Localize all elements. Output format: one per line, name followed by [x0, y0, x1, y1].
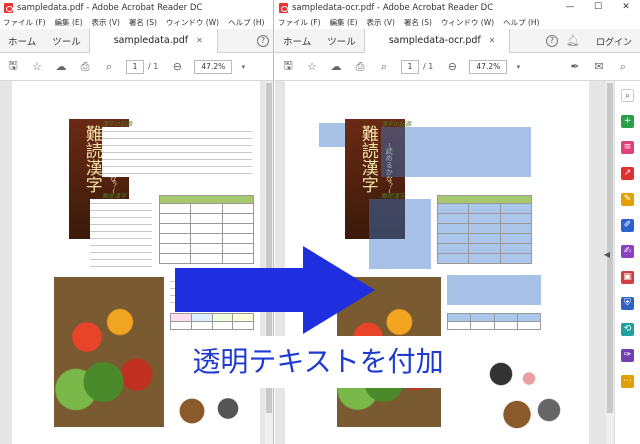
- window-title: sampledata-ocr.pdf - Adobe Acrobat Reade…: [292, 2, 494, 13]
- enhance-scan-icon[interactable]: ⟲: [621, 323, 634, 336]
- menu-file[interactable]: ファイル (F): [3, 17, 46, 28]
- email-icon[interactable]: ✉: [592, 60, 606, 74]
- close-tab-icon[interactable]: ✕: [196, 36, 203, 45]
- help-icon[interactable]: ?: [257, 35, 269, 47]
- print-icon[interactable]: ⎙: [78, 60, 92, 74]
- close-icon[interactable]: ✕: [612, 0, 640, 15]
- zoom-dropdown-icon[interactable]: ▾: [236, 60, 250, 74]
- vertical-scrollbar[interactable]: [606, 81, 614, 444]
- tab-bar: ホーム ツール sampledata.pdf ✕ ?: [0, 28, 273, 53]
- window-title: sampledata.pdf - Adobe Acrobat Reader DC: [17, 2, 203, 13]
- menu-edit[interactable]: 編集 (E): [330, 17, 358, 28]
- sign-pen-icon[interactable]: ✒: [568, 60, 582, 74]
- bookmark-star-icon[interactable]: ☆: [30, 60, 44, 74]
- ocr-highlight-body: [381, 127, 531, 177]
- kanji-table: [436, 195, 533, 264]
- menu-edit[interactable]: 編集 (E): [55, 17, 83, 28]
- upload-cloud-icon[interactable]: ☁: [54, 60, 68, 74]
- zoom-out-icon[interactable]: ⊖: [445, 60, 459, 74]
- minimize-icon[interactable]: —: [556, 0, 584, 15]
- page-total: / 1: [423, 62, 434, 71]
- tab-bar: ホーム ツール sampledata-ocr.pdf ✕ ? 🔔︎ ログイン: [275, 28, 640, 53]
- right-arrow-icon: [175, 246, 375, 334]
- acrobat-icon: [279, 2, 288, 13]
- toolbar: 🖫 ☆ ☁ ⎙ ⌕ 1 / 1 ⊖ 47.2% ▾ ✒ ✉ ⌕: [275, 53, 640, 81]
- zoom-out-icon[interactable]: ⊖: [170, 60, 184, 74]
- login-button[interactable]: ログイン: [596, 35, 632, 48]
- document-tab-label: sampledata.pdf: [113, 34, 189, 46]
- right-tools-panel: ⌕ + ≡ ↗ ✎ ✐ ✍ ▣ ⛨ ⟲ ✑ ⋯: [614, 81, 640, 444]
- fill-sign-icon[interactable]: ✍: [621, 245, 634, 258]
- zoom-dropdown-icon[interactable]: ▾: [511, 60, 525, 74]
- organize-pages-icon[interactable]: ≡: [621, 141, 634, 154]
- banner-title: 難読漢字: [81, 125, 102, 193]
- menu-view[interactable]: 表示 (V): [92, 17, 120, 28]
- document-tab-label: sampledata-ocr.pdf: [388, 34, 481, 46]
- zoom-search-icon[interactable]: ⌕: [102, 60, 116, 74]
- acrobat-icon: [4, 2, 13, 13]
- title-bar: sampledata.pdf - Adobe Acrobat Reader DC: [0, 0, 273, 15]
- scrollbar-thumb[interactable]: [607, 83, 613, 413]
- search-tool-icon[interactable]: ⌕: [621, 89, 634, 102]
- ocr-highlight-side: [447, 275, 541, 305]
- animal-illustrations: [485, 347, 565, 437]
- menu-file[interactable]: ファイル (F): [278, 17, 321, 28]
- zoom-search-icon[interactable]: ⌕: [377, 60, 391, 74]
- search-icon[interactable]: ⌕: [616, 60, 630, 74]
- send-sign-icon[interactable]: ✑: [621, 349, 634, 362]
- print-icon[interactable]: ⎙: [353, 60, 367, 74]
- overlay-caption: 透明テキストを付加: [168, 336, 468, 388]
- menu-bar: ファイル (F) 編集 (E) 表示 (V) 署名 (S) ウィンドウ (W) …: [275, 15, 640, 29]
- menu-window[interactable]: ウィンドウ (W): [441, 17, 494, 28]
- banner-title: 難読漢字: [357, 125, 378, 193]
- ocr-highlight-column: [369, 199, 431, 269]
- tab-home[interactable]: ホーム: [0, 34, 44, 48]
- color-word-table: [446, 313, 542, 330]
- window-controls: — ☐ ✕: [556, 0, 640, 15]
- menu-window[interactable]: ウィンドウ (W): [166, 17, 219, 28]
- vegetables-photo: [54, 277, 164, 427]
- menu-help[interactable]: ヘルプ (H): [228, 17, 264, 28]
- document-tab[interactable]: sampledata.pdf ✕: [88, 28, 218, 53]
- page-number-input[interactable]: 1: [401, 59, 419, 74]
- upload-cloud-icon[interactable]: ☁: [329, 60, 343, 74]
- zoom-level[interactable]: 47.2%: [194, 59, 233, 74]
- help-icon[interactable]: ?: [546, 35, 558, 47]
- more-tools-icon[interactable]: ⋯: [621, 375, 634, 388]
- menu-view[interactable]: 表示 (V): [367, 17, 395, 28]
- animal-illustrations: [172, 381, 252, 431]
- create-pdf-icon[interactable]: +: [621, 115, 634, 128]
- menu-help[interactable]: ヘルプ (H): [503, 17, 539, 28]
- bookmark-star-icon[interactable]: ☆: [305, 60, 319, 74]
- tab-home[interactable]: ホーム: [275, 34, 319, 48]
- zoom-level[interactable]: 47.2%: [469, 59, 508, 74]
- menu-sign[interactable]: 署名 (S): [129, 17, 157, 28]
- close-tab-icon[interactable]: ✕: [489, 36, 496, 45]
- export-pdf-icon[interactable]: ↗: [621, 167, 634, 180]
- combine-files-icon[interactable]: ▣: [621, 271, 634, 284]
- page-number-input[interactable]: 1: [126, 59, 144, 74]
- toolbar: 🖫 ☆ ☁ ⎙ ⌕ 1 / 1 ⊖ 47.2% ▾: [0, 53, 273, 81]
- comment-icon[interactable]: ✎: [621, 193, 634, 206]
- collapse-panel-icon[interactable]: ◀: [604, 250, 610, 259]
- body-text-block: [102, 127, 252, 177]
- edit-pdf-icon[interactable]: ✐: [621, 219, 634, 232]
- tab-tools[interactable]: ツール: [44, 34, 89, 48]
- title-bar: sampledata-ocr.pdf - Adobe Acrobat Reade…: [275, 0, 640, 15]
- notification-bell-icon[interactable]: 🔔︎: [566, 34, 580, 47]
- tab-tools[interactable]: ツール: [319, 34, 364, 48]
- menu-sign[interactable]: 署名 (S): [404, 17, 432, 28]
- body-text-column: [90, 199, 152, 269]
- protect-shield-icon[interactable]: ⛨: [621, 297, 634, 310]
- save-icon[interactable]: 🖫: [281, 59, 295, 74]
- page-total: / 1: [148, 62, 159, 71]
- menu-bar: ファイル (F) 編集 (E) 表示 (V) 署名 (S) ウィンドウ (W) …: [0, 15, 273, 29]
- maximize-icon[interactable]: ☐: [584, 0, 612, 15]
- save-icon[interactable]: 🖫: [6, 59, 20, 74]
- document-tab[interactable]: sampledata-ocr.pdf ✕: [363, 28, 511, 53]
